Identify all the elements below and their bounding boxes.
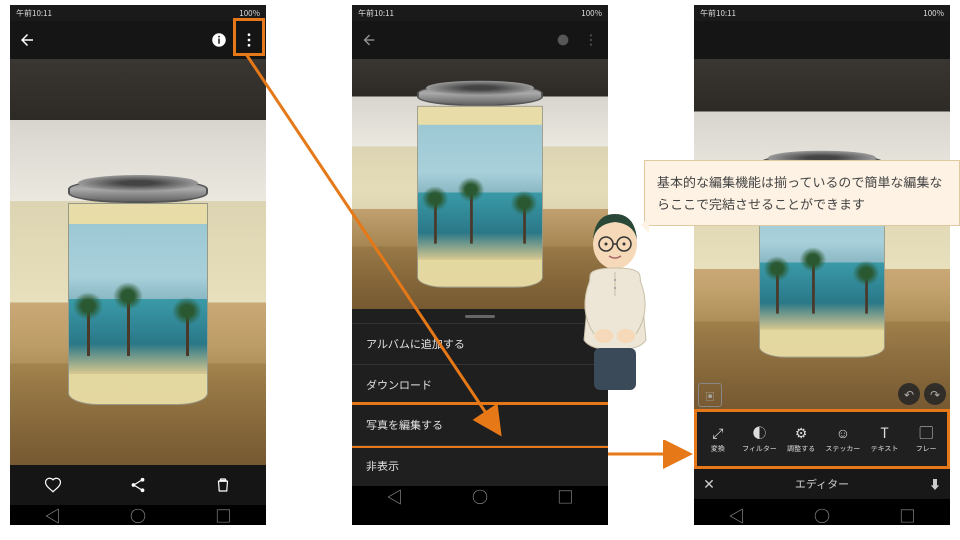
more-icon[interactable]: [582, 31, 600, 49]
tool-transform[interactable]: ⤢変換: [697, 412, 739, 466]
close-icon[interactable]: ✕: [694, 474, 724, 494]
phone-screenshot-3: 午前10:11100% ▣ ↶ ↷ ⤢変換 ◐フィルター ⚙調整する ☺ステッカ…: [694, 5, 950, 525]
top-bar: [694, 21, 950, 59]
nav-bar: ◁ ○ □: [352, 486, 608, 506]
speech-bubble: 基本的な編集機能は揃っているので簡単な編集ならここで完結させることができます: [644, 160, 960, 226]
nav-back-icon[interactable]: ◁: [45, 503, 61, 525]
editor-title: エディター: [724, 476, 920, 492]
nav-bar: ◁ ○ □: [694, 505, 950, 525]
highlight-more-menu: [233, 18, 265, 56]
arrow-2: [604, 440, 704, 470]
top-bar: [352, 21, 608, 59]
nav-back-icon[interactable]: ◁: [729, 503, 745, 525]
trash-icon[interactable]: [214, 476, 232, 494]
nav-home-icon[interactable]: ○: [472, 484, 488, 508]
nav-home-icon[interactable]: ○: [814, 503, 830, 525]
info-icon[interactable]: [210, 31, 228, 49]
info-icon[interactable]: [554, 31, 572, 49]
nav-back-icon[interactable]: ◁: [387, 484, 403, 508]
redo-icon[interactable]: ↷: [924, 383, 946, 405]
undo-icon[interactable]: ↶: [898, 383, 920, 405]
status-bar: 午前10:11100%: [694, 5, 950, 21]
tool-frame[interactable]: ▢フレー: [905, 412, 947, 466]
tool-adjust[interactable]: ⚙調整する: [780, 412, 822, 466]
back-icon[interactable]: [18, 31, 36, 49]
favorite-icon[interactable]: [44, 476, 62, 494]
status-battery: 100%: [239, 8, 260, 19]
photo-preview[interactable]: [694, 59, 950, 409]
status-bar: 午前10:11 100%: [10, 5, 266, 21]
share-icon[interactable]: [129, 476, 147, 494]
nav-recent-icon[interactable]: □: [899, 503, 915, 525]
editor-bar: ✕ エディター ⬇: [694, 469, 950, 499]
tool-text[interactable]: Tテキスト: [864, 412, 906, 466]
editor-toolbar: ⤢変換 ◐フィルター ⚙調整する ☺ステッカー Tテキスト ▢フレー: [694, 409, 950, 469]
status-bar: 午前10:11100%: [352, 5, 608, 21]
nav-home-icon[interactable]: ○: [130, 503, 146, 525]
nav-recent-icon[interactable]: □: [557, 484, 573, 508]
nav-bar: ◁ ○ □: [10, 505, 266, 525]
top-bar: [10, 21, 266, 59]
phone-screenshot-1: 午前10:11 100% ◁ ○ □: [10, 5, 266, 525]
compare-icon[interactable]: ▣: [698, 383, 722, 407]
tool-sticker[interactable]: ☺ステッカー: [822, 412, 864, 466]
menu-item-edit-photo[interactable]: 写真を編集する: [352, 402, 608, 448]
action-bar: [10, 465, 266, 505]
menu-item-hide[interactable]: 非表示: [352, 445, 608, 486]
status-time: 午前10:11: [16, 8, 52, 19]
download-icon[interactable]: ⬇: [920, 476, 950, 493]
character-illustration: [560, 200, 670, 390]
back-icon[interactable]: [360, 31, 378, 49]
nav-recent-icon[interactable]: □: [215, 503, 231, 525]
tool-filter[interactable]: ◐フィルター: [739, 412, 781, 466]
photo-preview[interactable]: [10, 59, 266, 465]
